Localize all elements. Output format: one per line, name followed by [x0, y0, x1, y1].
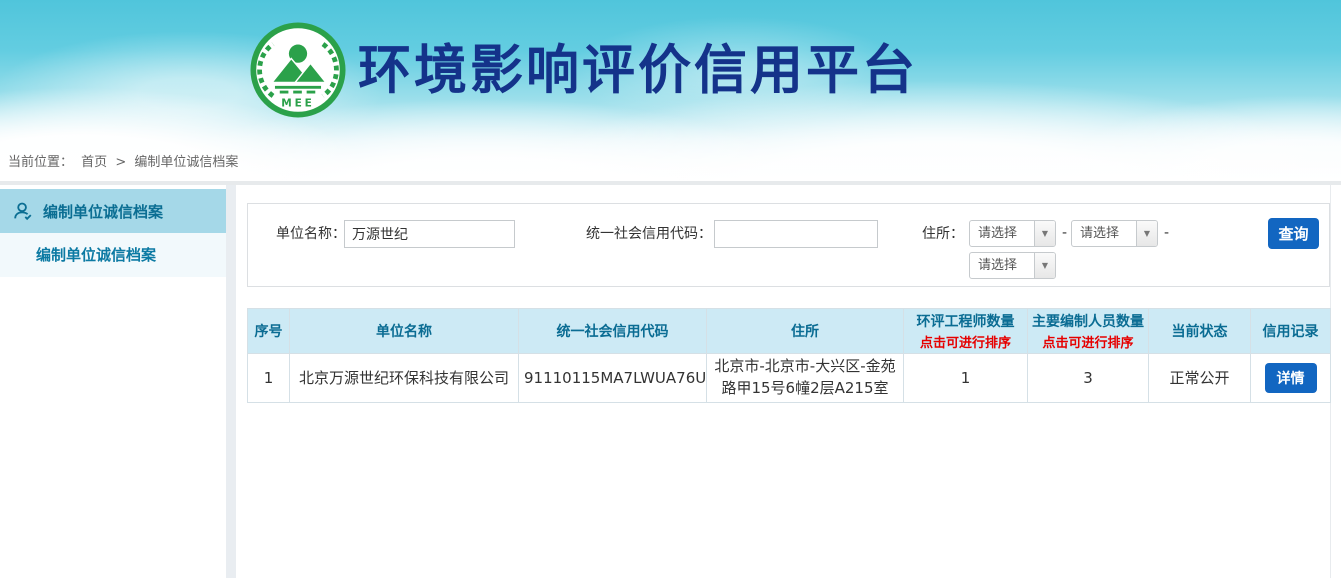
breadcrumb-home-link[interactable]: 首页: [81, 155, 107, 170]
sort-hint-text: 点击可进行排序: [906, 332, 1025, 351]
company-name-label: 单位名称：: [268, 220, 346, 248]
credit-code-input[interactable]: [714, 220, 878, 248]
page-title: 环境影响评价信用平台: [358, 36, 918, 106]
sidebar-item-label: 编制单位诚信档案: [43, 201, 163, 222]
sidebar-gutter: [226, 185, 236, 578]
cell-credit-code: 91110115MA7LWUA76U: [519, 354, 707, 403]
col-header-code: 统一社会信用代码: [519, 309, 707, 354]
province-select-value: 请选择: [970, 221, 1034, 246]
col-header-index: 序号: [248, 309, 290, 354]
col-header-company: 单位名称: [290, 309, 519, 354]
page: MEE 环境影响评价信用平台 当前位置： 首页 > 编制单位诚信档案 编制单位诚…: [0, 0, 1341, 578]
cell-status: 正常公开: [1149, 354, 1251, 403]
cell-credit-record: 详情: [1251, 354, 1331, 403]
table-row: 1 北京万源世纪环保科技有限公司 91110115MA7LWUA76U 北京市-…: [248, 354, 1331, 403]
select-separator: -: [1062, 220, 1067, 247]
cell-index: 1: [248, 354, 290, 403]
company-name-input[interactable]: [344, 220, 515, 248]
col-header-engineer-count-sortable[interactable]: 环评工程师数量 点击可进行排序: [904, 309, 1028, 354]
chevron-down-icon: ▼: [1034, 253, 1055, 278]
breadcrumb-current: 编制单位诚信档案: [134, 155, 238, 170]
company-name-link[interactable]: 北京万源世纪环保科技有限公司: [290, 354, 519, 403]
chevron-down-icon: ▼: [1034, 221, 1055, 246]
col-header-engineer-count-label: 环评工程师数量: [917, 314, 1015, 330]
address-label: 住所：: [910, 220, 964, 248]
sidebar-item-credit-archive[interactable]: 编制单位诚信档案: [0, 189, 226, 233]
engineer-count-link[interactable]: 1: [904, 354, 1028, 403]
table-header-row: 序号 单位名称 统一社会信用代码 住所 环评工程师数量 点击可进行排序 主要编制…: [248, 309, 1331, 354]
staff-count-link[interactable]: 3: [1028, 354, 1149, 403]
city-select[interactable]: 请选择 ▼: [1071, 220, 1158, 247]
cell-address: 北京市-北京市-大兴区-金苑路甲15号6幢2层A215室: [707, 354, 904, 403]
search-button[interactable]: 查询: [1268, 218, 1319, 249]
user-check-icon: [12, 200, 34, 222]
credit-code-label: 统一社会信用代码：: [584, 220, 712, 248]
mee-logo-icon: MEE: [250, 22, 346, 118]
district-select[interactable]: 请选择 ▼: [969, 252, 1056, 279]
city-select-value: 请选择: [1072, 221, 1136, 246]
chevron-down-icon: ▼: [1136, 221, 1157, 246]
sidebar-subitem-credit-archive[interactable]: 编制单位诚信档案: [0, 233, 226, 277]
search-panel: 单位名称： 统一社会信用代码： 住所： 请选择 ▼ - 请选择 ▼ - 请选择 …: [247, 203, 1330, 287]
select-separator: -: [1164, 220, 1169, 247]
sort-hint-text: 点击可进行排序: [1030, 332, 1146, 351]
logo-mee-text: MEE: [281, 97, 315, 109]
breadcrumb-separator: >: [115, 155, 126, 170]
breadcrumb: 当前位置： 首页 > 编制单位诚信档案: [0, 145, 1341, 181]
breadcrumb-prefix: 当前位置：: [8, 155, 73, 170]
col-header-staff-count-label: 主要编制人员数量: [1032, 314, 1144, 330]
results-table: 序号 单位名称 统一社会信用代码 住所 环评工程师数量 点击可进行排序 主要编制…: [247, 308, 1331, 403]
main-content: 单位名称： 统一社会信用代码： 住所： 请选择 ▼ - 请选择 ▼ - 请选择 …: [236, 185, 1331, 578]
col-header-address: 住所: [707, 309, 904, 354]
district-select-value: 请选择: [970, 253, 1034, 278]
province-select[interactable]: 请选择 ▼: [969, 220, 1056, 247]
col-header-staff-count-sortable[interactable]: 主要编制人员数量 点击可进行排序: [1028, 309, 1149, 354]
sidebar: 编制单位诚信档案 编制单位诚信档案: [0, 185, 226, 578]
col-header-status: 当前状态: [1149, 309, 1251, 354]
col-header-credit-record: 信用记录: [1251, 309, 1331, 354]
detail-button[interactable]: 详情: [1265, 363, 1317, 393]
